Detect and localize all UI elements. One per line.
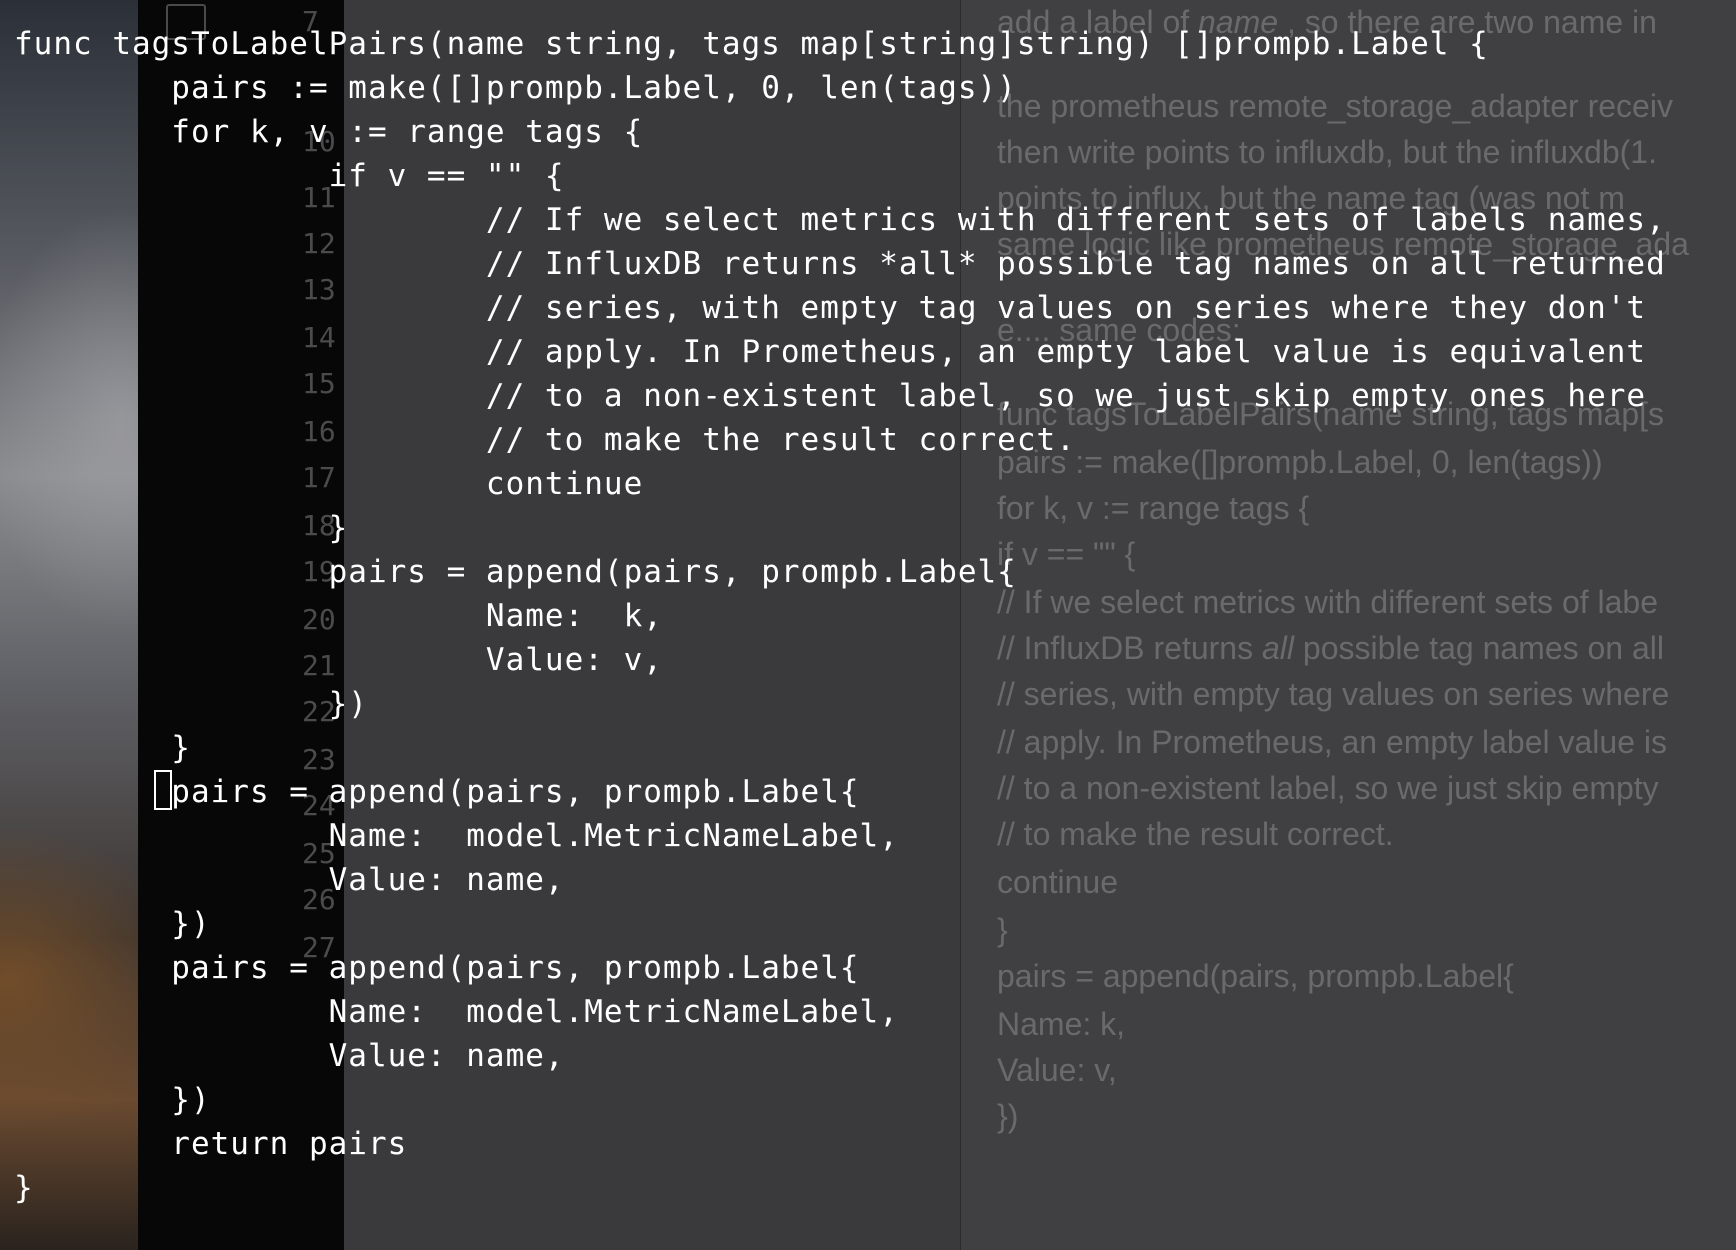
line-number: 27	[302, 931, 336, 964]
line-number: 23	[302, 743, 336, 776]
document-line-text: possible tag names on all	[1294, 630, 1664, 666]
line-number: 20	[302, 603, 336, 636]
line-number: 19	[302, 555, 336, 588]
document-line: same logic like prometheus remote_storag…	[997, 222, 1689, 266]
document-line-text: Name: k,	[997, 1006, 1126, 1042]
document-line: }	[997, 908, 1008, 952]
line-number: 26	[302, 883, 336, 916]
document-line-text: same logic like prometheus remote_storag…	[997, 226, 1689, 262]
document-emphasis: name	[1198, 4, 1279, 40]
document-line: if v == "" {	[997, 532, 1135, 576]
line-number: 24	[302, 789, 336, 822]
desktop-wallpaper	[0, 0, 138, 1250]
document-line: the prometheus remote_storage_adapter re…	[997, 84, 1673, 128]
document-line: // to make the result correct.	[997, 812, 1394, 856]
document-line: // series, with empty tag values on seri…	[997, 672, 1669, 716]
document-line: Name: k,	[997, 1002, 1125, 1046]
line-number: 13	[302, 273, 336, 306]
line-number: 12	[302, 227, 336, 260]
document-line-text: // InfluxDB returns	[997, 630, 1262, 666]
line-number: 10	[302, 125, 336, 158]
document-line: Value: v,	[997, 1048, 1117, 1092]
document-line-text: if v == "" {	[997, 536, 1136, 572]
document-line-text: // If we select metrics with different s…	[997, 584, 1659, 620]
line-number: 22	[302, 695, 336, 728]
document-line: func tagsToLabelPairs(name string, tags …	[997, 392, 1664, 436]
document-line-text: // apply. In Prometheus, an empty label …	[997, 724, 1667, 760]
document-line-text: })	[997, 1098, 1019, 1134]
document-line: pairs = append(pairs, prompb.Label{	[997, 954, 1514, 998]
document-line: // apply. In Prometheus, an empty label …	[997, 720, 1667, 764]
document-line-text: // series, with empty tag values on seri…	[997, 676, 1670, 712]
line-number: 17	[302, 461, 336, 494]
document-line: continue	[997, 860, 1118, 904]
document-line: // to a non-existent label, so we just s…	[997, 766, 1659, 810]
document-line-text: the prometheus remote_storage_adapter re…	[997, 88, 1673, 124]
document-line-text: // to a non-existent label, so we just s…	[997, 770, 1659, 806]
line-number: 21	[302, 649, 336, 682]
line-number: 16	[302, 415, 336, 448]
document-line-text: points to influx, but the name tag (was …	[997, 180, 1625, 216]
document-line-text: e.... same codes:	[997, 312, 1241, 348]
document-line: // InfluxDB returns all possible tag nam…	[997, 626, 1664, 670]
line-number: 18	[302, 509, 336, 542]
line-number: 7	[302, 5, 319, 38]
document-line: then write points to influxdb, but the i…	[997, 130, 1657, 174]
document-line-text: }	[997, 912, 1008, 948]
document-line: })	[997, 1094, 1018, 1138]
document-line-text: , so there are two name in	[1278, 4, 1657, 40]
text-cursor	[154, 770, 172, 810]
document-line: e.... same codes:	[997, 308, 1241, 352]
document-line-text: pairs := make([]prompb.Label, 0, len(tag…	[997, 444, 1603, 480]
document-emphasis: all	[1261, 630, 1294, 666]
line-number: 15	[302, 367, 336, 400]
document-line: pairs := make([]prompb.Label, 0, len(tag…	[997, 440, 1603, 484]
line-number: 25	[302, 837, 336, 870]
document-line-text: continue	[997, 864, 1118, 900]
document-line-text: pairs = append(pairs, prompb.Label{	[997, 958, 1514, 994]
line-number: 14	[302, 321, 336, 354]
document-line-text: then write points to influxdb, but the i…	[997, 134, 1657, 170]
document-line-text: add a label of	[997, 4, 1199, 40]
document-line: for k, v := range tags {	[997, 486, 1309, 530]
editor-pane[interactable]	[344, 0, 960, 1250]
document-line: add a label of name , so there are two n…	[997, 0, 1657, 44]
document-line: // If we select metrics with different s…	[997, 580, 1658, 624]
document-line-text: // to make the result correct.	[997, 816, 1394, 852]
document-line-text: func tagsToLabelPairs(name string, tags …	[997, 396, 1664, 432]
line-number: 11	[302, 181, 336, 214]
document-line: points to influx, but the name tag (was …	[997, 176, 1625, 220]
window-icon	[166, 4, 206, 40]
document-line-text: Value: v,	[997, 1052, 1117, 1088]
document-line-text: for k, v := range tags {	[997, 490, 1310, 526]
